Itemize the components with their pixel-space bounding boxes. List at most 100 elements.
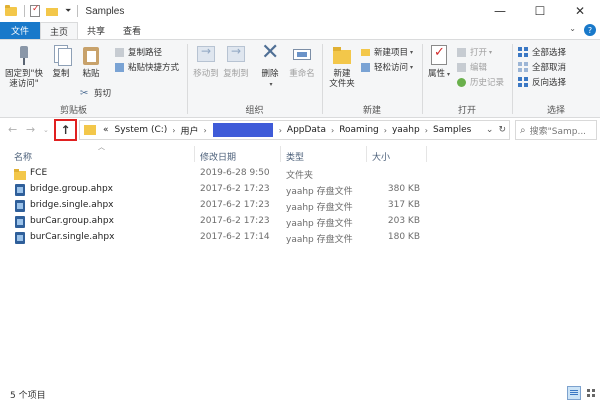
file-modified: 2019-6-28 9:50 xyxy=(200,168,270,178)
edit-button[interactable]: 编辑 xyxy=(456,61,487,73)
tab-file[interactable]: 文件 xyxy=(0,22,41,39)
breadcrumb-chevron-icon[interactable]: › xyxy=(425,126,428,135)
rename-label: 重命名 xyxy=(289,69,315,79)
select-all-button[interactable]: 全部选择 xyxy=(518,46,566,58)
new-folder-icon[interactable] xyxy=(45,4,59,18)
search-placeholder: 搜索"Samp... xyxy=(529,126,587,137)
new-folder-icon xyxy=(331,44,353,66)
file-row[interactable]: bridge.group.ahpx 2017-6-2 17:23 yaahp 存… xyxy=(0,182,600,198)
select-none-button[interactable]: 全部取消 xyxy=(518,61,566,73)
rename-icon xyxy=(291,44,313,66)
details-view-icon[interactable] xyxy=(567,386,581,400)
tab-view[interactable]: 查看 xyxy=(114,22,150,39)
easy-access-icon xyxy=(360,62,371,73)
invert-selection-label: 反向选择 xyxy=(532,78,567,88)
breadcrumb-chevron-icon[interactable]: › xyxy=(172,126,175,135)
file-row[interactable]: burCar.group.ahpx 2017-6-2 17:23 yaahp 存… xyxy=(0,214,600,230)
column-type[interactable]: 类型 xyxy=(286,150,304,163)
breadcrumb-roaming[interactable]: Roaming xyxy=(339,125,379,135)
file-type: 文件夹 xyxy=(286,171,314,181)
breadcrumb-chevron-icon[interactable]: › xyxy=(384,126,387,135)
help-icon[interactable]: ? xyxy=(584,24,596,36)
minimize-button[interactable]: — xyxy=(480,0,520,22)
close-button[interactable]: ✕ xyxy=(560,0,600,22)
rename-button[interactable]: 重命名 xyxy=(287,44,317,79)
breadcrumb-system-c[interactable]: System (C:) xyxy=(115,125,168,135)
cut-button[interactable]: ✂ 剪切 xyxy=(80,87,111,100)
up-arrow-button[interactable]: ↑ xyxy=(54,119,77,141)
copy-to-button[interactable]: 复制到 xyxy=(222,44,250,79)
file-type: yaahp 存盘文件 xyxy=(286,235,353,245)
file-name: bridge.group.ahpx xyxy=(30,184,113,194)
large-icons-view-icon[interactable] xyxy=(584,386,598,400)
edit-icon xyxy=(456,62,467,73)
column-divider[interactable] xyxy=(426,146,427,162)
file-row[interactable]: burCar.single.ahpx 2017-6-2 17:14 yaahp … xyxy=(0,230,600,246)
select-group-label: 选择 xyxy=(546,106,565,116)
pin-quick-access-button[interactable]: 固定到"快速访问" xyxy=(4,44,44,89)
file-name: bridge.single.ahpx xyxy=(30,200,114,210)
address-bar[interactable]: « System (C:) › 用户 › › AppData › Roaming… xyxy=(79,120,510,140)
file-list: FCE 2019-6-28 9:50 文件夹 bridge.group.ahpx… xyxy=(0,166,600,246)
column-divider[interactable] xyxy=(366,146,367,162)
new-group-label: 新建 xyxy=(362,106,381,116)
column-modified[interactable]: 修改日期 xyxy=(200,150,236,163)
back-arrow-icon[interactable]: ← xyxy=(8,123,17,136)
recent-locations-icon[interactable]: ⌄ xyxy=(43,126,49,134)
breadcrumb-overflow[interactable]: « xyxy=(103,125,109,135)
column-divider[interactable] xyxy=(194,146,195,162)
paste-button[interactable]: 粘贴 xyxy=(78,44,104,79)
breadcrumb-chevron-icon[interactable]: › xyxy=(204,126,207,135)
qat-divider xyxy=(77,5,79,17)
maximize-button[interactable]: ☐ xyxy=(520,0,560,22)
breadcrumb-users[interactable]: 用户 xyxy=(180,124,198,137)
new-item-button[interactable]: 新建项目 ▾ xyxy=(360,46,413,58)
copy-button[interactable]: 复制 xyxy=(48,44,74,79)
sort-ascending-icon: ︿ xyxy=(98,143,105,151)
paste-icon xyxy=(80,44,102,66)
file-size: 180 KB xyxy=(387,232,420,242)
file-type: yaahp 存盘文件 xyxy=(286,187,353,197)
paste-shortcut-button[interactable]: 粘贴快捷方式 xyxy=(114,61,179,73)
breadcrumb-samples[interactable]: Samples xyxy=(433,125,471,135)
file-modified: 2017-6-2 17:23 xyxy=(200,216,270,226)
search-icon: ⌕ xyxy=(520,124,526,136)
ahpx-file-icon xyxy=(14,216,26,228)
move-to-button[interactable]: 移动到 xyxy=(192,44,220,79)
file-type: yaahp 存盘文件 xyxy=(286,203,353,213)
forward-arrow-icon[interactable]: → xyxy=(26,123,35,136)
delete-button[interactable]: ✕ 删除▾ xyxy=(259,42,281,90)
history-button[interactable]: 历史记录 xyxy=(456,76,504,88)
tab-home[interactable]: 主页 xyxy=(40,22,79,39)
clipboard-group: 固定到"快速访问" 复制 粘贴 复制路径 粘贴快捷方式 ✂ 剪切 剪贴板 xyxy=(0,40,185,118)
properties-icon[interactable] xyxy=(28,4,42,18)
easy-access-button[interactable]: 轻松访问 ▾ xyxy=(360,61,413,73)
refresh-icon[interactable]: ↻ xyxy=(498,125,506,135)
select-all-label: 全部选择 xyxy=(532,48,567,58)
ribbon-expand-icon[interactable]: ⌄ xyxy=(569,24,576,36)
file-row[interactable]: bridge.single.ahpx 2017-6-2 17:23 yaahp … xyxy=(0,198,600,214)
breadcrumb-chevron-icon[interactable]: › xyxy=(279,126,282,135)
breadcrumb-chevron-icon[interactable]: › xyxy=(331,126,334,135)
properties-button[interactable]: 属性▾ xyxy=(426,44,452,80)
column-name[interactable]: 名称 xyxy=(14,150,32,163)
new-folder-button[interactable]: 新建 文件夹 xyxy=(326,44,358,89)
file-size: 380 KB xyxy=(387,184,420,194)
navigation-bar: ← → ⌄ ↑ « System (C:) › 用户 › › AppData ›… xyxy=(0,118,600,142)
tab-share[interactable]: 共享 xyxy=(78,22,114,39)
copy-path-icon xyxy=(114,47,125,58)
select-none-icon xyxy=(518,61,529,73)
open-button[interactable]: 打开 ▾ xyxy=(456,46,492,58)
column-size[interactable]: 大小 xyxy=(372,150,390,163)
file-row[interactable]: FCE 2019-6-28 9:50 文件夹 xyxy=(0,166,600,182)
invert-selection-button[interactable]: 反向选择 xyxy=(518,76,566,88)
breadcrumb-yaahp[interactable]: yaahp xyxy=(392,125,420,135)
folder-icon xyxy=(84,125,96,135)
qat-customize-icon[interactable]: ⏷ xyxy=(65,6,71,16)
copy-path-button[interactable]: 复制路径 xyxy=(114,46,162,58)
search-box[interactable]: ⌕ 搜索"Samp... xyxy=(515,120,597,140)
column-divider[interactable] xyxy=(280,146,281,162)
qat-divider xyxy=(24,5,25,17)
address-dropdown-icon[interactable]: ⌄ xyxy=(486,125,494,135)
breadcrumb-appdata[interactable]: AppData xyxy=(287,125,326,135)
